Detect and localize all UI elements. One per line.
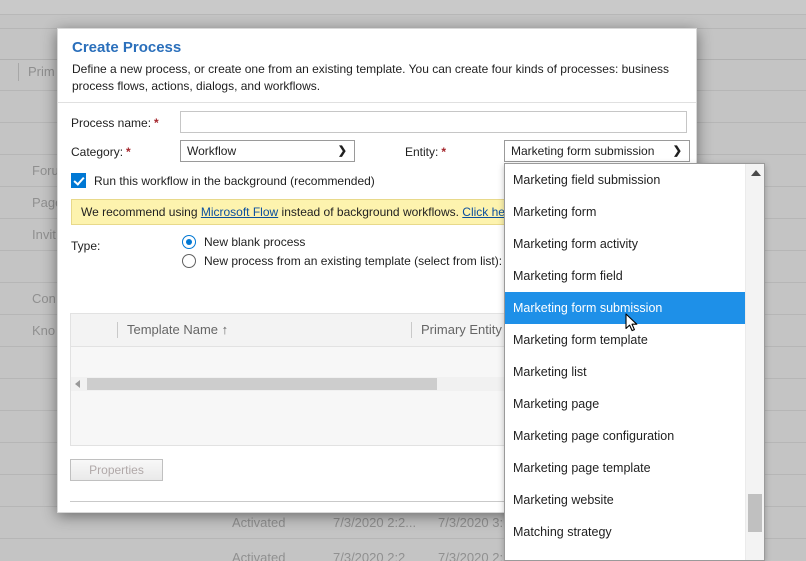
- dropdown-scrollbar[interactable]: [745, 164, 764, 560]
- dropdown-item-marketing-page-configuration[interactable]: Marketing page configuration: [505, 420, 746, 452]
- properties-button-label: Properties: [89, 463, 144, 477]
- chevron-down-icon: ❯: [672, 145, 682, 157]
- category-label-text: Category:: [71, 145, 124, 159]
- table-cell: Con: [32, 291, 56, 306]
- entity-select-value: Marketing form submission: [511, 144, 655, 158]
- grid-column-separator: [117, 322, 118, 338]
- required-marker: *: [154, 116, 159, 130]
- table-cell-created: 7/3/2020 2:2: [333, 550, 406, 561]
- background-subtoolbar: [0, 15, 806, 29]
- radio-new-from-template-label: New process from an existing template (s…: [204, 254, 503, 268]
- entity-label: Entity: *: [405, 145, 446, 159]
- run-in-background-checkbox[interactable]: [71, 173, 86, 188]
- column-header-primary-entity[interactable]: Primary Entity: [421, 322, 502, 337]
- radio-new-blank-process-label: New blank process: [204, 235, 306, 249]
- table-cell: Invit: [32, 227, 56, 242]
- table-cell: Foru: [32, 163, 59, 178]
- run-in-background-label: Run this workflow in the background (rec…: [94, 173, 375, 188]
- dropdown-item-marketing-form[interactable]: Marketing form: [505, 196, 746, 228]
- category-select[interactable]: Workflow ❯: [180, 140, 355, 162]
- table-cell-status: Activated: [232, 550, 286, 561]
- dropdown-item-marketing-field-submission[interactable]: Marketing field submission: [505, 164, 746, 196]
- type-label-text: Type:: [71, 239, 101, 253]
- category-select-value: Workflow: [187, 144, 237, 158]
- table-cell-modified: 7/3/2020 2:: [438, 550, 504, 561]
- hscroll-thumb[interactable]: [87, 378, 437, 390]
- dropdown-item-marketing-form-field[interactable]: Marketing form field: [505, 260, 746, 292]
- entity-dropdown-options: Marketing field submission Marketing for…: [505, 164, 746, 560]
- grid-column-separator: [411, 322, 412, 338]
- microsoft-flow-link[interactable]: Microsoft Flow: [201, 205, 278, 219]
- dropdown-item-marketing-form-activity[interactable]: Marketing form activity: [505, 228, 746, 260]
- dropdown-item-marketing-page-template[interactable]: Marketing page template: [505, 452, 746, 484]
- category-label: Category: *: [71, 145, 131, 159]
- radio-new-from-template-control[interactable]: [182, 254, 196, 268]
- banner-middle: instead of background workflows.: [278, 205, 463, 219]
- radio-new-blank-process-control[interactable]: [182, 235, 196, 249]
- table-cell-status: Activated: [232, 515, 286, 530]
- table-cell: Kno: [32, 323, 56, 338]
- banner-prefix: We recommend using: [81, 205, 201, 219]
- type-label: Type:: [71, 239, 100, 253]
- table-cell-modified: 7/3/2020 3:: [438, 515, 504, 530]
- run-in-background-checkbox-row[interactable]: Run this workflow in the background (rec…: [71, 173, 375, 188]
- chevron-down-icon: ❯: [337, 145, 347, 157]
- dropdown-item-matching-strategy[interactable]: Matching strategy: [505, 516, 746, 548]
- dropdown-item-marketing-list[interactable]: Marketing list: [505, 356, 746, 388]
- page-title: Create Process: [72, 39, 182, 56]
- scroll-up-icon[interactable]: [751, 170, 761, 176]
- dropdown-item-marketing-form-submission[interactable]: Marketing form submission: [505, 292, 746, 324]
- process-name-label-text: Process name:: [71, 116, 152, 130]
- required-marker: *: [126, 145, 131, 159]
- dialog-description: Define a new process, or create one from…: [72, 62, 669, 93]
- radio-new-blank-process[interactable]: New blank process: [182, 235, 305, 249]
- scroll-left-icon[interactable]: [75, 380, 80, 388]
- properties-button[interactable]: Properties: [70, 459, 163, 481]
- dropdown-item-marketing-form-template[interactable]: Marketing form template: [505, 324, 746, 356]
- table-cell-created: 7/3/2020 2:2...: [333, 515, 417, 530]
- process-name-input[interactable]: [180, 111, 687, 133]
- dropdown-item-marketing-website[interactable]: Marketing website: [505, 484, 746, 516]
- microsoft-flow-banner: We recommend using Microsoft Flow instea…: [71, 199, 519, 225]
- dialog-header: Create Process Define a new process, or …: [58, 29, 696, 103]
- entity-label-text: Entity:: [405, 145, 439, 159]
- required-marker: *: [441, 145, 447, 159]
- column-header-template-name[interactable]: Template Name ↑: [127, 322, 228, 337]
- background-toolbar: [0, 0, 806, 15]
- process-name-label: Process name: *: [71, 116, 159, 130]
- dropdown-scroll-thumb[interactable]: [748, 494, 762, 532]
- entity-select[interactable]: Marketing form submission ❯: [504, 140, 690, 162]
- entity-dropdown-list[interactable]: Marketing field submission Marketing for…: [504, 163, 765, 561]
- radio-new-from-template[interactable]: New process from an existing template (s…: [182, 254, 502, 268]
- dropdown-item-marketing-page[interactable]: Marketing page: [505, 388, 746, 420]
- screen-root: Prim Foru Page Invit Con Kno Activated 7…: [0, 0, 806, 561]
